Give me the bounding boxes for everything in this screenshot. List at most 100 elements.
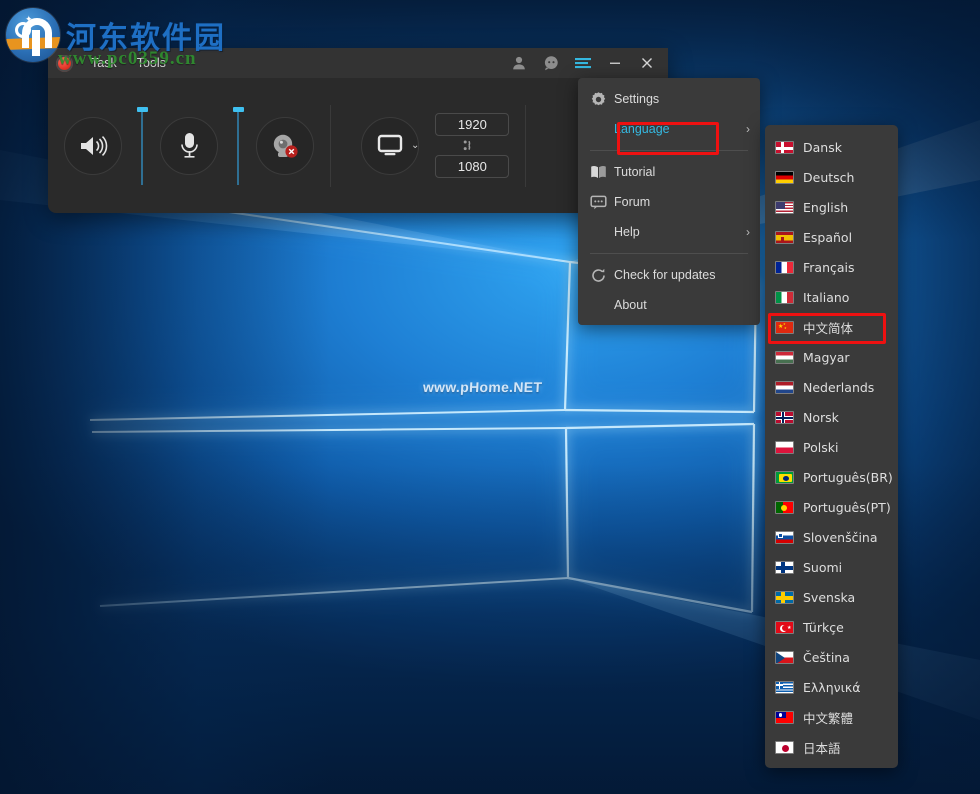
language-item-dk[interactable]: Dansk [765, 132, 898, 162]
language-item-label: Svenska [803, 589, 856, 605]
menu-item-help[interactable]: Help › [578, 217, 760, 247]
flag-se-icon [775, 590, 794, 604]
menu-item-about[interactable]: About [578, 290, 760, 320]
language-item-no[interactable]: Norsk [765, 402, 898, 432]
language-item-label: Suomi [803, 559, 843, 575]
language-item-fi[interactable]: Suomi [765, 552, 898, 582]
menu-item-tutorial[interactable]: Tutorial [578, 157, 760, 187]
language-item-si[interactable]: Slovenščina [765, 522, 898, 552]
toolbar-divider [525, 104, 527, 187]
chat-icon[interactable] [536, 50, 566, 76]
language-item-hu[interactable]: Magyar [765, 342, 898, 372]
forum-icon [590, 194, 614, 210]
language-item-tw[interactable]: 中文繁體 [765, 702, 898, 732]
site-logo-text: 河东软件园 [66, 21, 226, 56]
language-submenu: Dansk Deutsch English Español Français Italia… [765, 125, 898, 768]
language-item-label: Nederlands [803, 379, 875, 395]
flag-cn-icon: ★ ★ ★ [775, 320, 794, 334]
language-item-label: Čeština [803, 649, 850, 665]
monitor-icon [375, 133, 405, 159]
flag-fi-icon [775, 560, 794, 574]
menu-separator [590, 150, 748, 151]
language-item-label: 中文简体 [803, 320, 854, 336]
language-item-us[interactable]: English [765, 192, 898, 222]
language-item-label: Ελληνικά [803, 679, 861, 695]
hamburger-menu-icon[interactable] [568, 50, 598, 76]
slider-knob[interactable] [137, 106, 148, 112]
flag-tw-icon [775, 710, 794, 724]
account-icon[interactable] [504, 50, 534, 76]
menu-item-label: Language [614, 122, 670, 136]
flag-us-icon [775, 200, 794, 214]
language-item-de[interactable]: Deutsch [765, 162, 898, 192]
language-item-label: Magyar [803, 349, 850, 365]
flag-hu-icon [775, 350, 794, 364]
chevron-down-icon[interactable]: ⌄ [411, 140, 419, 151]
flag-si-icon [775, 530, 794, 544]
language-item-label: Deutsch [803, 169, 855, 185]
screen-select[interactable]: ⌄ [361, 116, 419, 175]
language-item-label: 中文繁體 [803, 710, 854, 726]
flag-no-icon [775, 410, 794, 424]
minimize-icon[interactable] [600, 50, 630, 76]
language-item-br[interactable]: Português(BR) [765, 462, 898, 492]
flag-it-icon [775, 290, 794, 304]
menu-item-settings[interactable]: Settings [578, 84, 760, 114]
language-item-jp[interactable]: 日本語 [765, 732, 898, 762]
microphone-volume-slider[interactable] [230, 106, 246, 185]
language-item-cz[interactable]: Čeština [765, 642, 898, 672]
language-item-cn[interactable]: ★ ★ ★ 中文简体 [765, 312, 898, 342]
chevron-right-icon: › [746, 122, 750, 136]
menu-item-check-for-updates[interactable]: Check for updates [578, 260, 760, 290]
flag-br-icon [775, 470, 794, 484]
book-icon [590, 164, 614, 180]
language-item-pl[interactable]: Polski [765, 432, 898, 462]
language-item-label: Polski [803, 439, 839, 455]
language-item-label: Español [803, 229, 853, 245]
toolbar-divider [330, 104, 331, 187]
language-item-label: Türkçe [803, 619, 844, 635]
language-item-fr[interactable]: Français [765, 252, 898, 282]
language-item-pt[interactable]: Português(PT) [765, 492, 898, 522]
language-item-gr[interactable]: Ελληνικά [765, 672, 898, 702]
speaker-volume-slider[interactable] [134, 106, 150, 185]
menu-item-label: Help [614, 225, 640, 239]
menu-item-label: Forum [614, 195, 651, 209]
speaker-button[interactable] [64, 116, 122, 175]
webcam-button[interactable] [256, 116, 314, 175]
app-toolbar: ⌄ 1920 1080 [48, 78, 668, 213]
microphone-button[interactable] [160, 116, 218, 175]
menu-item-label: About [614, 298, 647, 312]
titlebar-controls [504, 48, 662, 78]
language-item-es[interactable]: Español [765, 222, 898, 252]
language-item-label: Português(BR) [803, 469, 893, 485]
language-item-label: 日本語 [803, 740, 841, 756]
language-item-nl[interactable]: Nederlands [765, 372, 898, 402]
site-logo-icon: ✦ [6, 8, 60, 62]
resolution-width-input[interactable]: 1920 [435, 113, 510, 136]
language-item-it[interactable]: Italiano [765, 282, 898, 312]
chevron-right-icon: › [746, 225, 750, 239]
menu-item-language[interactable]: Language › [578, 114, 760, 144]
flag-nl-icon [775, 380, 794, 394]
menu-separator [590, 253, 748, 254]
menu-item-label: Check for updates [614, 268, 716, 282]
close-icon[interactable] [632, 50, 662, 76]
flag-cz-icon [775, 650, 794, 664]
language-item-label: Português(PT) [803, 499, 891, 515]
app-window: Task Tools ⌄ 1920 1080 [48, 48, 668, 221]
aspect-ratio-link-icon[interactable] [462, 139, 482, 152]
slider-knob[interactable] [233, 106, 244, 112]
main-dropdown-menu: Settings Language › Tutorial Forum Help › Check… [578, 78, 760, 325]
language-item-label: Italiano [803, 289, 850, 305]
language-item-tr[interactable]: ★ Türkçe [765, 612, 898, 642]
flag-pl-icon [775, 440, 794, 454]
site-brand: ✦ 河东软件园 [6, 8, 226, 62]
flag-jp-icon [775, 740, 794, 754]
resolution-height-input[interactable]: 1080 [435, 155, 510, 178]
menu-item-forum[interactable]: Forum [578, 187, 760, 217]
flag-de-icon [775, 170, 794, 184]
language-item-se[interactable]: Svenska [765, 582, 898, 612]
menu-item-label: Tutorial [614, 165, 656, 179]
gear-icon [590, 91, 614, 108]
